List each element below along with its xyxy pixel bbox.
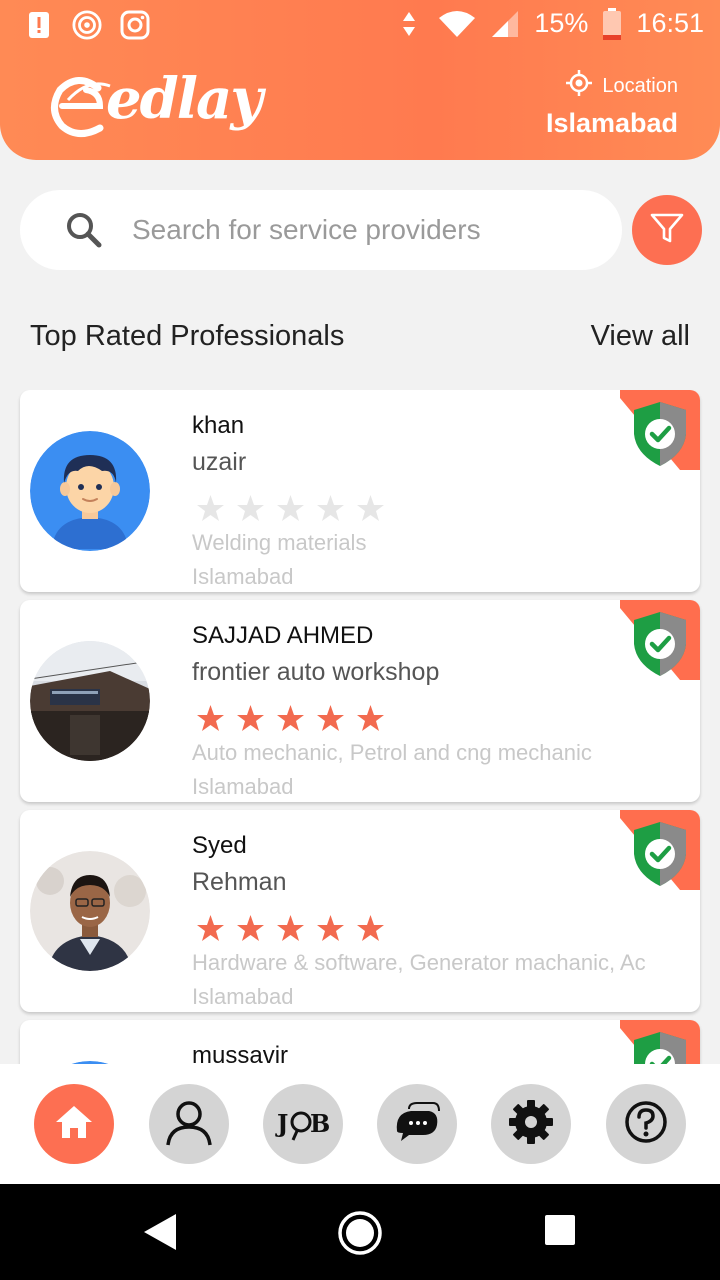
- star-filled-icon: [196, 704, 225, 733]
- star-rating: [196, 704, 385, 733]
- filter-button[interactable]: [632, 195, 702, 265]
- help-icon: [624, 1100, 668, 1149]
- wifi-icon: [438, 9, 476, 39]
- professionals-list: khan uzair Welding materials Islamabad S…: [0, 390, 720, 1064]
- nav-profile-button[interactable]: [149, 1084, 229, 1164]
- nav-chat-button[interactable]: [377, 1084, 457, 1164]
- job-icon: J B: [275, 1100, 331, 1149]
- clock: 16:51: [636, 8, 704, 38]
- star-filled-icon: [236, 704, 265, 733]
- recents-icon[interactable]: [544, 1214, 576, 1251]
- bottom-navigation: J B: [0, 1064, 720, 1184]
- professional-company: uzair: [192, 448, 247, 476]
- location-label: Location: [602, 74, 678, 97]
- profile-icon: [164, 1097, 214, 1152]
- avatar: [30, 641, 150, 761]
- alert-icon: [24, 10, 54, 40]
- search-input[interactable]: [132, 210, 592, 250]
- star-filled-icon: [356, 704, 385, 733]
- star-rating: [196, 914, 385, 943]
- avatar: [30, 431, 150, 551]
- professional-card[interactable]: SAJJAD AHMED frontier auto workshop Auto…: [20, 600, 700, 802]
- verified-badge-icon: [620, 390, 700, 470]
- star-empty-icon: [276, 494, 305, 523]
- battery-icon: [602, 7, 622, 40]
- back-icon[interactable]: [140, 1212, 180, 1257]
- professional-city: Islamabad: [192, 564, 294, 589]
- home-icon: [54, 1104, 94, 1145]
- location-icon: [566, 70, 593, 102]
- star-filled-icon: [316, 704, 345, 733]
- search-bar[interactable]: [20, 190, 622, 270]
- svg-text:J: J: [275, 1109, 288, 1138]
- search-icon: [64, 210, 104, 255]
- professional-city: Islamabad: [192, 984, 294, 1009]
- location-selector[interactable]: Location Islamabad: [546, 70, 678, 139]
- star-filled-icon: [276, 914, 305, 943]
- nav-job-button[interactable]: J B: [263, 1084, 343, 1164]
- signal-icon: [490, 9, 520, 39]
- professional-name: mussavir: [192, 1042, 289, 1064]
- instagram-icon: [120, 10, 150, 40]
- section-title: Top Rated Professionals: [30, 320, 345, 352]
- location-city: Islamabad: [545, 108, 678, 138]
- system-navigation-bar: [0, 1184, 720, 1280]
- star-empty-icon: [316, 494, 345, 523]
- nav-help-button[interactable]: [606, 1084, 686, 1164]
- professional-services: Welding materials: [192, 530, 367, 555]
- settings-icon: [507, 1098, 555, 1151]
- professional-services: Auto mechanic, Petrol and cng mechanic: [192, 740, 592, 765]
- professional-name: SAJJAD AHMED: [192, 622, 374, 649]
- star-rating: [196, 494, 385, 523]
- filter-icon: [649, 210, 685, 251]
- star-filled-icon: [196, 914, 225, 943]
- home-circle-icon[interactable]: [337, 1210, 383, 1261]
- nav-home-button[interactable]: [34, 1084, 114, 1164]
- app-header: 15% 16:51 edlay Location Islamabad: [0, 0, 720, 160]
- star-filled-icon: [276, 704, 305, 733]
- professional-card[interactable]: khan uzair Welding materials Islamabad: [20, 390, 700, 592]
- star-filled-icon: [236, 914, 265, 943]
- star-empty-icon: [196, 494, 225, 523]
- target-icon: [72, 10, 102, 40]
- verified-badge-icon: [620, 810, 700, 890]
- professional-services: Hardware & software, Generator machanic,…: [192, 950, 646, 975]
- svg-text:B: B: [310, 1109, 330, 1138]
- logo-text: edlay: [106, 66, 263, 132]
- professional-card[interactable]: Syed Rehman Hardware & software, Generat…: [20, 810, 700, 1012]
- professional-card[interactable]: mussavir: [20, 1020, 700, 1064]
- status-bar: 15% 16:51: [0, 0, 720, 50]
- star-empty-icon: [236, 494, 265, 523]
- app-logo: edlay: [48, 66, 263, 142]
- professional-company: Rehman: [192, 868, 287, 896]
- chat-icon: [393, 1101, 441, 1148]
- verified-badge-icon: [620, 600, 700, 680]
- professional-name: khan: [192, 412, 245, 439]
- avatar: [30, 851, 150, 971]
- verified-badge-icon: [620, 1020, 700, 1064]
- professional-name: Syed: [192, 832, 247, 859]
- data-arrows-icon: [394, 9, 424, 39]
- professional-city: Islamabad: [192, 774, 294, 799]
- battery-percent: 15%: [534, 8, 589, 38]
- star-empty-icon: [356, 494, 385, 523]
- star-filled-icon: [316, 914, 345, 943]
- professional-company: frontier auto workshop: [192, 658, 440, 686]
- star-filled-icon: [356, 914, 385, 943]
- view-all-link[interactable]: View all: [591, 320, 690, 353]
- nav-settings-button[interactable]: [491, 1084, 571, 1164]
